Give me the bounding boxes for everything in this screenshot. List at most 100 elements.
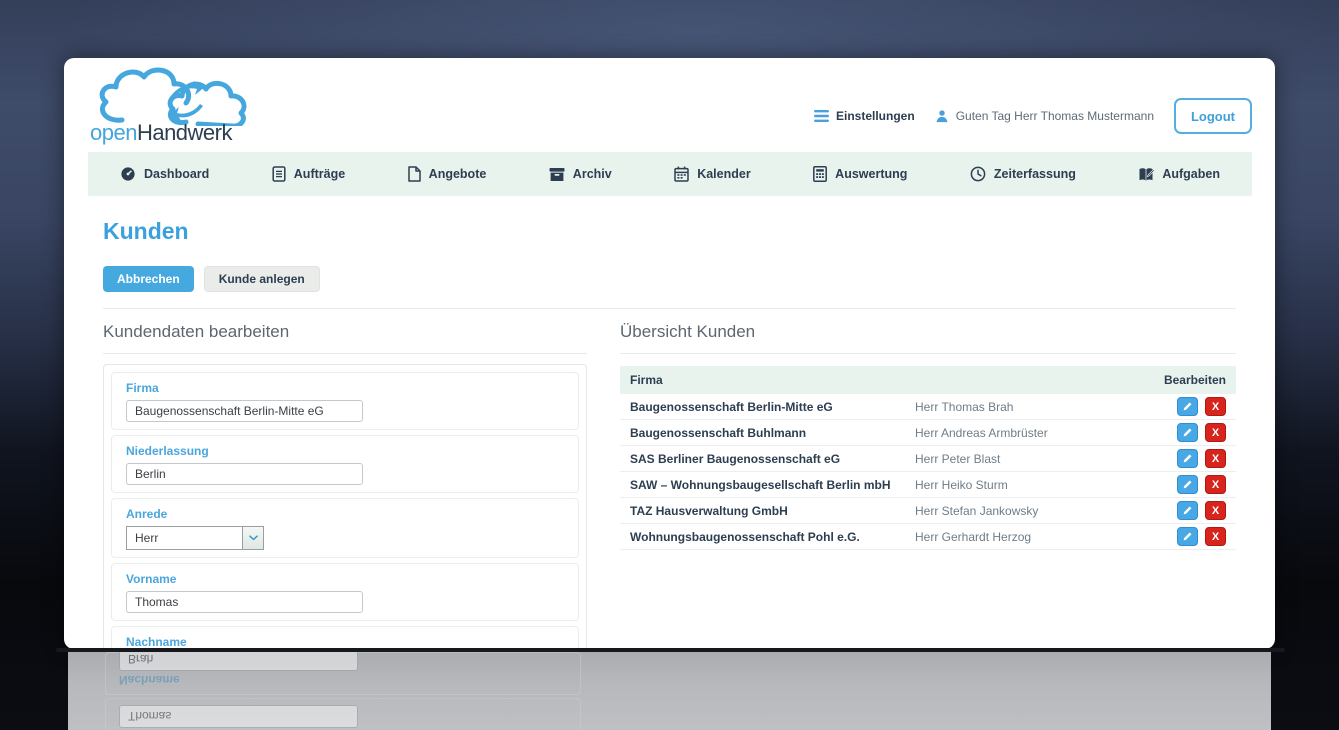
reflection-nachname-label: Nachname bbox=[119, 673, 180, 687]
nav-item-aufgaben[interactable]: Aufgaben bbox=[1138, 167, 1220, 182]
table-row: Baugenossenschaft Buhlmann Herr Andreas … bbox=[620, 420, 1236, 446]
settings-label: Einstellungen bbox=[836, 109, 915, 123]
settings-link[interactable]: Einstellungen bbox=[814, 109, 915, 123]
field-anrede: Anrede Herr bbox=[111, 498, 579, 558]
delete-customer-button[interactable]: X bbox=[1205, 423, 1226, 442]
cancel-button[interactable]: Abbrechen bbox=[103, 266, 194, 292]
logo-text-handwerk: Handwerk bbox=[136, 120, 233, 145]
field-nachname: Nachname bbox=[111, 626, 579, 649]
greeting-text: Guten Tag Herr Thomas Mustermann bbox=[955, 109, 1154, 123]
edit-customer-button[interactable] bbox=[1177, 449, 1198, 468]
divider bbox=[103, 308, 1236, 309]
delete-customer-button[interactable]: X bbox=[1205, 449, 1226, 468]
contact-name: Herr Heiko Sturm bbox=[915, 477, 1008, 492]
archive-icon bbox=[549, 167, 565, 181]
nav-label: Dashboard bbox=[144, 167, 210, 181]
edit-customer-button[interactable] bbox=[1177, 423, 1198, 442]
contact-name: Herr Andreas Armbrüster bbox=[915, 425, 1048, 440]
openhandwerk-logo: openHandwerk bbox=[86, 64, 286, 146]
company-name: TAZ Hausverwaltung GmbH bbox=[630, 503, 788, 518]
edit-customer-button[interactable] bbox=[1177, 527, 1198, 546]
reflection: Vorname Thomas Nachname Brah bbox=[68, 652, 1271, 730]
nav-item-auftraege[interactable]: Aufträge bbox=[272, 166, 345, 182]
nav-label: Archiv bbox=[572, 167, 612, 181]
edit-customer-button[interactable] bbox=[1177, 397, 1198, 416]
contact-name: Herr Peter Blast bbox=[915, 451, 1001, 466]
anrede-select[interactable]: Herr bbox=[126, 526, 264, 550]
company-name: Wohnungsbaugenossenschaft Pohl e.G. bbox=[630, 529, 860, 544]
table-row: TAZ Hausverwaltung GmbH Herr Stefan Jank… bbox=[620, 498, 1236, 524]
contact-name: Herr Stefan Jankowsky bbox=[915, 503, 1039, 518]
nav-label: Zeiterfassung bbox=[993, 167, 1076, 181]
user-icon bbox=[936, 110, 948, 123]
nav-label: Aufträge bbox=[293, 167, 346, 181]
topbar: Einstellungen Guten Tag Herr Thomas Must… bbox=[814, 98, 1252, 134]
column-bearbeiten: Bearbeiten bbox=[1163, 373, 1226, 387]
main-nav: Dashboard Aufträge Angebote Archiv Kalen… bbox=[88, 152, 1252, 196]
vorname-label: Vorname bbox=[126, 572, 177, 586]
customer-overview-section: Übersicht Kunden Firma Bearbeiten Baugen… bbox=[620, 322, 1236, 550]
nav-label: Aufgaben bbox=[1162, 167, 1220, 181]
delete-customer-button[interactable]: X bbox=[1205, 475, 1226, 494]
nav-item-auswertung[interactable]: Auswertung bbox=[813, 166, 907, 182]
edit-customer-button[interactable] bbox=[1177, 475, 1198, 494]
company-name: Baugenossenschaft Berlin-Mitte eG bbox=[630, 399, 833, 414]
field-firma: Firma bbox=[111, 372, 579, 430]
nav-item-angebote[interactable]: Angebote bbox=[407, 166, 487, 182]
reflection-vorname-input: Thomas bbox=[119, 705, 358, 728]
edit-customer-button[interactable] bbox=[1177, 501, 1198, 520]
nav-item-archiv[interactable]: Archiv bbox=[549, 167, 612, 182]
nav-label: Auswertung bbox=[835, 167, 908, 181]
company-name: SAS Berliner Baugenossenschaft eG bbox=[630, 451, 841, 466]
delete-customer-button[interactable]: X bbox=[1205, 501, 1226, 520]
reflection-nachname-input: Brah bbox=[119, 652, 358, 671]
table-header-row: Firma Bearbeiten bbox=[620, 366, 1236, 394]
column-firma: Firma bbox=[630, 373, 663, 387]
chevron-down-icon bbox=[248, 535, 258, 541]
pencil-icon bbox=[1183, 480, 1192, 489]
vorname-input[interactable] bbox=[126, 591, 363, 613]
form-heading: Kundendaten bearbeiten bbox=[103, 322, 587, 354]
delete-customer-button[interactable]: X bbox=[1205, 397, 1226, 416]
customer-form-section: Kundendaten bearbeiten Firma Niederlassu… bbox=[103, 322, 587, 649]
contact-name: Herr Thomas Brah bbox=[915, 399, 1014, 414]
reflection-content: Vorname Thomas Nachname Brah bbox=[103, 652, 587, 730]
nav-label: Angebote bbox=[428, 167, 487, 181]
delete-customer-button[interactable]: X bbox=[1205, 527, 1226, 546]
create-customer-button[interactable]: Kunde anlegen bbox=[203, 266, 320, 292]
pencil-icon bbox=[1183, 402, 1192, 411]
customer-form: Firma Niederlassung Anrede Herr bbox=[103, 364, 587, 649]
pencil-icon bbox=[1183, 428, 1192, 437]
anrede-selected-value: Herr bbox=[135, 531, 159, 545]
anrede-label: Anrede bbox=[126, 507, 168, 521]
hamburger-icon bbox=[814, 110, 829, 122]
pencil-icon bbox=[1183, 506, 1192, 515]
nav-item-kalender[interactable]: Kalender bbox=[674, 166, 751, 182]
logo-wordmark: openHandwerk bbox=[90, 120, 233, 146]
niederlassung-input[interactable] bbox=[126, 463, 363, 485]
logout-button[interactable]: Logout bbox=[1174, 98, 1252, 134]
offers-icon bbox=[407, 166, 421, 182]
field-niederlassung: Niederlassung bbox=[111, 435, 579, 493]
contact-name: Herr Gerhardt Herzog bbox=[915, 529, 1032, 544]
nav-label: Kalender bbox=[697, 167, 751, 181]
table-row: SAW – Wohnungsbaugesellschaft Berlin mbH… bbox=[620, 472, 1236, 498]
nav-item-zeiterfassung[interactable]: Zeiterfassung bbox=[970, 166, 1076, 182]
action-buttons: Abbrechen Kunde anlegen bbox=[103, 266, 1236, 292]
page-content: Kunden Abbrechen Kunde anlegen Kundendat… bbox=[103, 218, 1236, 649]
dashboard-icon bbox=[121, 167, 135, 181]
table-row: Wohnungsbaugenossenschaft Pohl e.G. Herr… bbox=[620, 524, 1236, 550]
select-dropdown-button[interactable] bbox=[242, 527, 263, 549]
table-heading: Übersicht Kunden bbox=[620, 322, 1236, 354]
firma-input[interactable] bbox=[126, 400, 363, 422]
company-name: SAW – Wohnungsbaugesellschaft Berlin mbH bbox=[630, 477, 891, 492]
company-name: Baugenossenschaft Buhlmann bbox=[630, 425, 807, 440]
nav-item-dashboard[interactable]: Dashboard bbox=[120, 166, 209, 182]
user-greeting: Guten Tag Herr Thomas Mustermann bbox=[935, 109, 1154, 123]
calendar-icon bbox=[674, 166, 689, 182]
table-row: SAS Berliner Baugenossenschaft eG Herr P… bbox=[620, 446, 1236, 472]
pencil-icon bbox=[1183, 454, 1192, 463]
logo-cloud-icon bbox=[99, 67, 247, 126]
table-row: Baugenossenschaft Berlin-Mitte eG Herr T… bbox=[620, 394, 1236, 420]
clock-icon bbox=[970, 166, 986, 182]
